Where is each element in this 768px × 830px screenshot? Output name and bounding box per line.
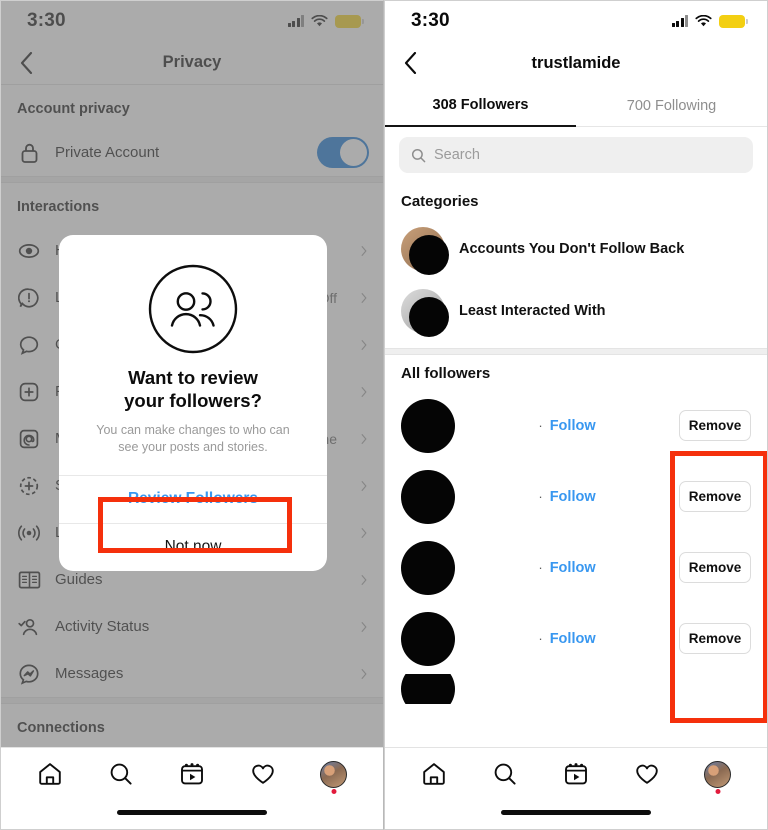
cellular-bars-icon [671, 15, 688, 27]
tab-followers[interactable]: 308 Followers [385, 85, 576, 127]
home-icon[interactable] [36, 760, 64, 788]
follow-link[interactable]: Follow [550, 489, 596, 505]
separator-bullet: · [538, 418, 543, 433]
wifi-icon [695, 14, 712, 26]
search-placeholder: Search [434, 147, 480, 163]
review-followers-button[interactable]: Review Followers [59, 474, 327, 523]
category-label: Least Interacted With [459, 303, 606, 319]
home-icon[interactable] [420, 760, 448, 788]
category-avatar [401, 289, 449, 337]
table-row-partial[interactable] [385, 674, 767, 704]
home-indicator [117, 810, 267, 815]
right-phone-panel: 3:30 trustlamide 308 Followers 700 Follo… [384, 0, 768, 830]
heart-icon[interactable] [249, 760, 277, 788]
follow-link[interactable]: Follow [550, 560, 596, 576]
dialog-icon-wrap [59, 235, 327, 363]
home-indicator [501, 810, 651, 815]
table-row[interactable]: · Follow Remove [385, 461, 767, 532]
follow-link[interactable]: Follow [550, 418, 596, 434]
separator-bullet: · [538, 489, 543, 504]
profile-username-title: trustlamide [531, 53, 621, 72]
bottom-tab-bar [1, 747, 383, 829]
avatar [401, 611, 455, 666]
section-divider [385, 348, 767, 355]
avatar [401, 674, 455, 704]
reels-icon[interactable] [178, 760, 206, 788]
follower-meta: · Follow [467, 560, 667, 576]
avatar [401, 469, 455, 524]
nav-header: trustlamide [385, 41, 767, 85]
dialog-title-line2: your followers? [124, 389, 262, 411]
dialog-subtitle: You can make changes to who can see your… [96, 423, 290, 455]
dialog-title-line1: Want to review [128, 367, 258, 388]
heart-icon[interactable] [633, 760, 661, 788]
category-row-least-interacted-with[interactable]: Least Interacted With [385, 280, 767, 342]
all-followers-heading: All followers [401, 365, 491, 382]
category-avatar [401, 227, 449, 275]
not-now-button[interactable]: Not now [59, 522, 327, 571]
remove-button[interactable]: Remove [679, 552, 751, 583]
category-row-accounts-you-dont-follow-back[interactable]: Accounts You Don't Follow Back [385, 218, 767, 280]
separator-bullet: · [538, 631, 543, 646]
reels-icon[interactable] [562, 760, 590, 788]
remove-button[interactable]: Remove [679, 481, 751, 512]
avatar [401, 540, 455, 595]
search-icon[interactable] [491, 760, 519, 788]
profile-avatar-icon[interactable] [320, 760, 348, 794]
separator-bullet: · [538, 560, 543, 575]
remove-button[interactable]: Remove [679, 410, 751, 441]
search-icon[interactable] [107, 760, 135, 788]
table-row[interactable]: · Follow Remove [385, 532, 767, 603]
status-indicators [671, 14, 748, 28]
bottom-tab-bar [385, 747, 767, 829]
remove-button[interactable]: Remove [679, 623, 751, 654]
search-wrap: Search [385, 127, 767, 183]
status-bar: 3:30 [385, 1, 767, 41]
two-people-circle-icon [148, 264, 238, 354]
search-input[interactable]: Search [399, 137, 753, 173]
table-row[interactable]: · Follow Remove [385, 603, 767, 674]
category-label: Accounts You Don't Follow Back [459, 241, 685, 257]
follower-meta: · Follow [467, 489, 667, 505]
tab-following[interactable]: 700 Following [576, 85, 767, 127]
categories-heading: Categories [401, 193, 479, 210]
battery-low-power-icon [719, 14, 748, 28]
dialog-title: Want to review your followers? [59, 363, 327, 412]
avatar [401, 398, 455, 453]
status-time: 3:30 [411, 10, 450, 31]
dual-phone-screenshot: 3:30 Privacy Account privacy [0, 0, 768, 830]
left-phone-panel: 3:30 Privacy Account privacy [0, 0, 384, 830]
follow-link[interactable]: Follow [550, 631, 596, 647]
profile-avatar-icon[interactable] [704, 760, 732, 794]
follower-meta: · Follow [467, 631, 667, 647]
review-followers-dialog: Want to review your followers? You can m… [59, 235, 327, 571]
follower-meta: · Follow [467, 418, 667, 434]
table-row[interactable]: · Follow Remove [385, 390, 767, 461]
back-chevron-icon[interactable] [397, 50, 423, 76]
search-icon [411, 148, 426, 162]
followers-following-tabs: 308 Followers 700 Following [385, 85, 767, 127]
